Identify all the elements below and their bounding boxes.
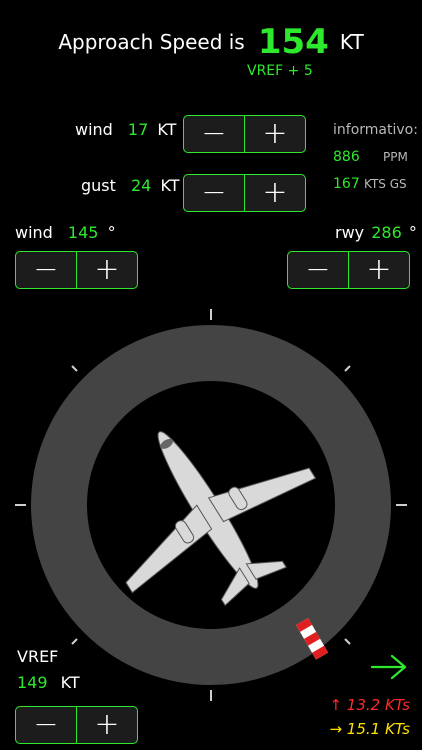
runway-label: rwy <box>335 223 365 242</box>
wind-direction-stepper: − + <box>15 251 138 289</box>
runway-value: 286 <box>371 223 402 242</box>
vref-plus-button[interactable]: + <box>76 707 137 743</box>
wind-direction-label: wind <box>15 223 53 242</box>
wind-speed-label: wind <box>75 120 113 139</box>
wind-speed-stepper: − + <box>183 115 306 153</box>
wind-speed-value: 17 <box>127 120 149 139</box>
gust-unit: KT <box>160 176 180 195</box>
ppm-value: 886 <box>333 149 360 165</box>
vref-addition: VREF + 5 <box>247 63 313 79</box>
wind-direction-unit: ° <box>107 223 116 242</box>
wind-speed-minus-button[interactable]: − <box>184 116 244 152</box>
vref-row: 149 KT <box>17 673 80 692</box>
gust-stepper: − + <box>183 174 306 212</box>
ppm-unit: PPM <box>383 150 408 164</box>
next-arrow-icon[interactable] <box>370 654 408 680</box>
wind-direction-row: wind 145 ° <box>15 223 116 242</box>
vref-label: VREF <box>17 647 59 666</box>
vref-minus-button[interactable]: − <box>16 707 76 743</box>
gust-value: 24 <box>131 176 152 195</box>
approach-speed-header: Approach Speed is 154 KT <box>0 22 422 62</box>
runway-unit: ° <box>408 223 417 242</box>
approach-speed-value: 154 <box>257 22 329 62</box>
headwind-component: ↑ 13.2 KTs <box>329 696 410 714</box>
wind-speed-unit: KT <box>157 120 177 139</box>
info-title: informativo: <box>333 122 418 138</box>
wind-dial[interactable] <box>0 300 422 710</box>
crosswind-component: → 15.1 KTs <box>329 720 410 738</box>
vref-stepper: − + <box>15 706 138 744</box>
wind-speed-plus-button[interactable]: + <box>244 116 305 152</box>
runway-row: rwy 286 ° <box>335 223 417 242</box>
runway-minus-button[interactable]: − <box>288 252 348 288</box>
wind-direction-value: 145 <box>67 223 99 242</box>
gust-plus-button[interactable]: + <box>244 175 305 211</box>
ground-speed-value: 167 <box>333 176 360 192</box>
gust-row: gust 24 KT <box>81 176 179 195</box>
gust-minus-button[interactable]: − <box>184 175 244 211</box>
wind-speed-row: wind 17 KT <box>75 120 176 139</box>
vref-unit: KT <box>60 673 80 692</box>
title-prefix: Approach Speed is <box>58 30 245 54</box>
runway-stepper: − + <box>287 251 410 289</box>
gust-label: gust <box>81 176 116 195</box>
runway-plus-button[interactable]: + <box>348 252 409 288</box>
approach-speed-unit: KT <box>339 30 364 54</box>
vref-value: 149 <box>17 673 48 692</box>
wind-direction-minus-button[interactable]: − <box>16 252 76 288</box>
wind-direction-plus-button[interactable]: + <box>76 252 137 288</box>
ground-speed-unit: KTS GS <box>364 177 407 191</box>
